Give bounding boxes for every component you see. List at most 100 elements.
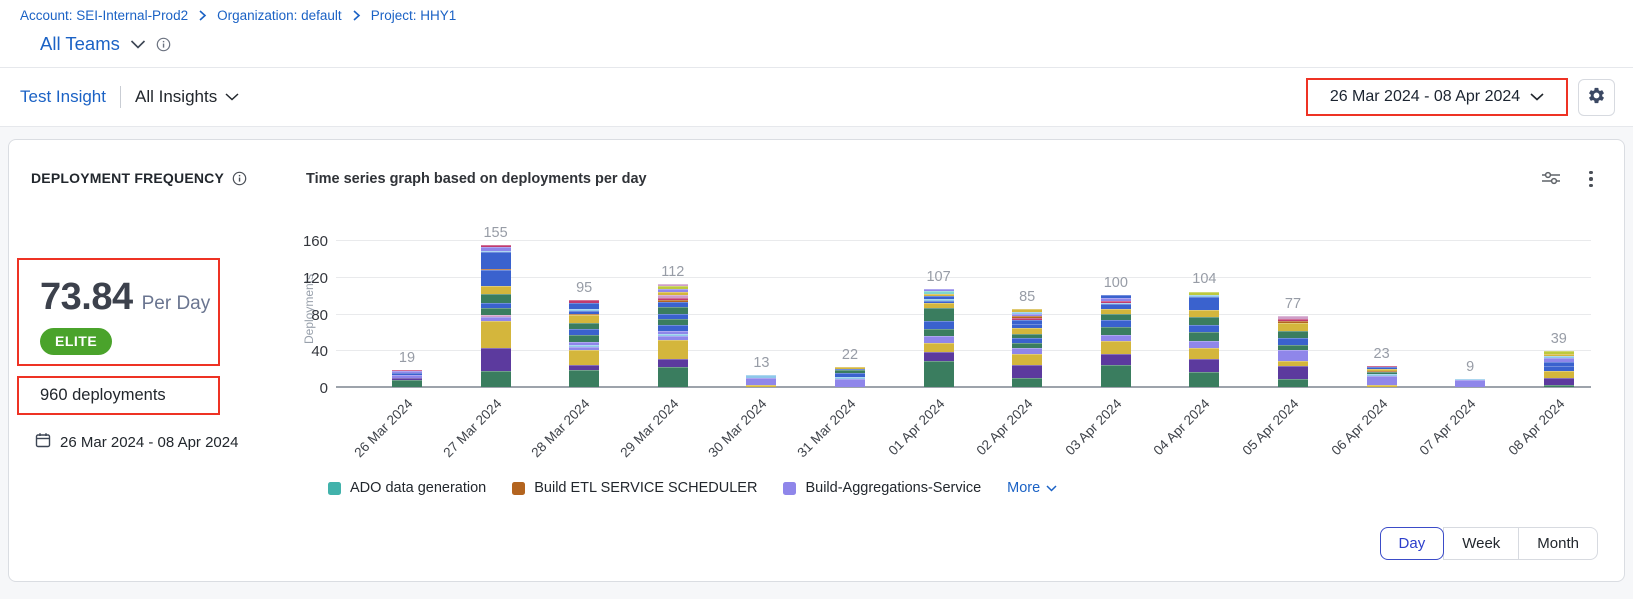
widget-date-range-label: 26 Mar 2024 - 08 Apr 2024 — [60, 434, 238, 451]
bar-segment — [1278, 331, 1308, 338]
x-axis-label: 08 Apr 2024 — [1479, 396, 1567, 484]
filter-settings-button[interactable] — [1537, 166, 1565, 192]
chart-bar[interactable] — [1544, 351, 1574, 387]
date-range-picker[interactable]: 26 Mar 2024 - 08 Apr 2024 — [1306, 78, 1568, 116]
kebab-menu-button[interactable] — [1581, 165, 1601, 193]
bar-segment — [569, 315, 599, 322]
chart-bar[interactable] — [569, 300, 599, 387]
total-annotation-box: 960 deployments — [17, 376, 220, 415]
chart-bar[interactable] — [392, 370, 422, 387]
chart-bar[interactable] — [1012, 309, 1042, 387]
legend-swatch — [328, 482, 341, 495]
bar-segment — [1278, 323, 1308, 331]
granularity-month-button[interactable]: Month — [1518, 527, 1598, 560]
legend-more-link[interactable]: More — [1007, 480, 1057, 496]
chart-bar[interactable] — [1455, 379, 1485, 387]
bar-segment — [835, 379, 865, 387]
bar-segment — [1455, 380, 1485, 387]
bar-segment — [1278, 366, 1308, 379]
bar-value-label: 95 — [554, 280, 614, 296]
chart-bar[interactable] — [835, 367, 865, 387]
all-insights-label: All Insights — [135, 87, 217, 107]
bar-value-label: 107 — [909, 269, 969, 285]
elite-badge: ELITE — [40, 328, 112, 355]
bar-segment — [1101, 341, 1131, 354]
legend-label: Build ETL SERVICE SCHEDULER — [534, 480, 757, 496]
bar-segment — [1189, 297, 1219, 310]
insight-name-link[interactable]: Test Insight — [20, 87, 106, 107]
y-axis-tick: 160 — [288, 233, 328, 250]
bar-segment — [481, 321, 511, 348]
bar-segment — [481, 286, 511, 294]
bar-segment — [746, 385, 776, 387]
legend-label: ADO data generation — [350, 480, 486, 496]
all-insights-dropdown[interactable]: All Insights — [135, 87, 239, 107]
bar-segment — [658, 307, 688, 314]
bar-value-label: 19 — [377, 350, 437, 366]
granularity-day-button[interactable]: Day — [1380, 527, 1445, 560]
bar-segment — [1012, 378, 1042, 387]
info-icon[interactable] — [232, 171, 247, 186]
breadcrumb-project-link[interactable]: Project: HHY1 — [371, 8, 457, 23]
deployment-frequency-widget: DEPLOYMENT FREQUENCY Time series graph b… — [8, 139, 1625, 582]
x-axis-label: 29 Mar 2024 — [593, 396, 681, 484]
team-selector[interactable]: All Teams — [40, 33, 1633, 55]
bar-value-label: 77 — [1263, 296, 1323, 312]
bar-segment — [1189, 317, 1219, 324]
bar-segment — [924, 329, 954, 336]
bar-segment — [481, 270, 511, 286]
bar-segment — [569, 335, 599, 342]
chart-bar[interactable] — [481, 245, 511, 387]
granularity-week-button[interactable]: Week — [1443, 527, 1519, 560]
chevron-down-icon[interactable] — [130, 40, 146, 49]
bar-segment — [481, 348, 511, 372]
bar-value-label: 104 — [1174, 271, 1234, 287]
team-selector-label[interactable]: All Teams — [40, 33, 120, 55]
chart-bar[interactable] — [1101, 295, 1131, 387]
bar-segment — [1012, 365, 1042, 378]
insight-bar: Test Insight All Insights 26 Mar 2024 - … — [0, 68, 1633, 127]
bar-value-label: 155 — [466, 225, 526, 241]
bar-segment — [1189, 310, 1219, 317]
breadcrumb-organization-link[interactable]: Organization: default — [217, 8, 342, 23]
x-axis-label: 05 Apr 2024 — [1213, 396, 1301, 484]
bar-segment — [1101, 320, 1131, 327]
chart-bar[interactable] — [1278, 316, 1308, 387]
bar-segment — [924, 343, 954, 352]
x-axis-label: 31 Mar 2024 — [770, 396, 858, 484]
chart-bar[interactable] — [658, 284, 688, 387]
bar-segment — [569, 370, 599, 387]
legend-item[interactable]: Build-Aggregations-Service — [783, 480, 981, 496]
legend-label: Build-Aggregations-Service — [805, 480, 981, 496]
settings-button[interactable] — [1578, 79, 1615, 116]
chart-bar[interactable] — [746, 375, 776, 387]
vertical-divider — [120, 86, 121, 108]
chevron-down-icon — [1530, 93, 1544, 101]
x-axis-label: 03 Apr 2024 — [1036, 396, 1124, 484]
info-icon[interactable] — [156, 37, 171, 52]
bar-value-label: 9 — [1440, 359, 1500, 375]
legend-item[interactable]: Build ETL SERVICE SCHEDULER — [512, 480, 757, 496]
bar-value-label: 85 — [997, 289, 1057, 305]
metric-unit: Per Day — [142, 293, 211, 315]
bar-segment — [1544, 385, 1574, 387]
bar-segment — [1101, 365, 1131, 387]
chart-title: Time series graph based on deployments p… — [306, 171, 647, 187]
x-axis-label: 30 Mar 2024 — [682, 396, 770, 484]
widget-date-range: 26 Mar 2024 - 08 Apr 2024 — [35, 432, 238, 452]
chart-bar[interactable] — [1189, 292, 1219, 387]
chevron-down-icon — [225, 93, 239, 101]
breadcrumb-account-link[interactable]: Account: SEI-Internal-Prod2 — [20, 8, 188, 23]
content-area: DEPLOYMENT FREQUENCY Time series graph b… — [0, 127, 1633, 599]
legend-item[interactable]: ADO data generation — [328, 480, 486, 496]
chart-bar[interactable] — [1367, 366, 1397, 387]
chevron-down-icon — [1046, 485, 1057, 492]
granularity-toggle: Day Week Month — [1380, 527, 1598, 560]
bar-segment — [1189, 325, 1219, 332]
bar-segment — [481, 294, 511, 302]
bar-segment — [658, 359, 688, 367]
x-axis-label: 07 Apr 2024 — [1390, 396, 1478, 484]
bar-segment — [1278, 379, 1308, 387]
chart-bar[interactable] — [924, 289, 954, 387]
bar-segment — [1189, 372, 1219, 387]
